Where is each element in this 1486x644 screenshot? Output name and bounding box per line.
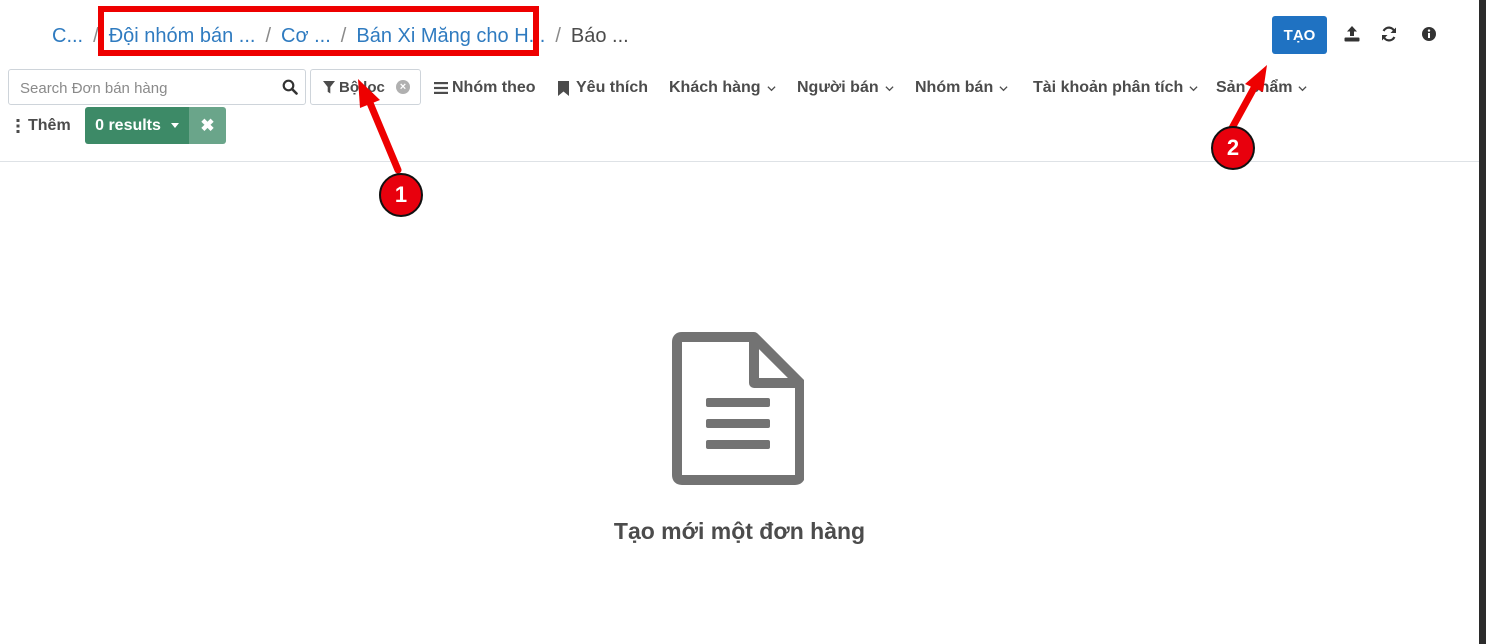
vertical-dots-icon	[16, 119, 20, 133]
favorites-button[interactable]: Yêu thích	[558, 78, 648, 98]
chevron-down-icon	[1298, 85, 1308, 91]
refresh-icon[interactable]	[1379, 24, 1399, 44]
results-label: 0 results	[95, 116, 161, 134]
favorites-label: Yêu thích	[576, 79, 649, 96]
filter-chip-label: Bộ lọc	[339, 78, 385, 96]
customer-filter-dropdown[interactable]: Khách hàng	[669, 78, 776, 98]
annotation-badge-1: 1	[379, 173, 423, 217]
breadcrumb-separator: /	[555, 24, 561, 47]
salesperson-filter-dropdown[interactable]: Người bán	[797, 78, 894, 98]
search-input[interactable]	[9, 70, 282, 106]
salesperson-filter-label: Người bán	[797, 79, 879, 96]
info-icon[interactable]	[1419, 24, 1439, 44]
create-button[interactable]: TẠO	[1272, 16, 1327, 54]
annotation-arrow-1	[366, 99, 402, 174]
sales-team-filter-dropdown[interactable]: Nhóm bán	[915, 78, 1008, 98]
search-icon[interactable]	[282, 79, 298, 95]
breadcrumb-item-1[interactable]: C...	[52, 25, 83, 48]
analytic-account-filter-dropdown[interactable]: Tài khoản phân tích	[1033, 78, 1198, 98]
filter-chip[interactable]: Bộ lọc ×	[310, 69, 421, 105]
results-dropdown-button[interactable]: 0 results	[85, 107, 189, 144]
chevron-down-icon	[885, 85, 894, 91]
window-edge	[1479, 0, 1486, 644]
upload-icon[interactable]	[1342, 24, 1362, 44]
list-icon	[434, 82, 448, 94]
breadcrumb-current: Báo ...	[570, 24, 629, 47]
group-by-button[interactable]: Nhóm theo	[434, 78, 536, 98]
caret-down-icon	[170, 123, 179, 128]
annotation-badge-2: 2	[1211, 126, 1255, 170]
sales-team-filter-label: Nhóm bán	[915, 79, 994, 96]
chevron-down-icon	[999, 85, 1008, 91]
clear-results-button[interactable]: ✖	[189, 107, 226, 144]
customer-filter-label: Khách hàng	[669, 79, 761, 96]
search-box	[8, 69, 306, 106]
analytic-account-filter-label: Tài khoản phân tích	[1033, 79, 1184, 96]
chevron-down-icon	[1189, 85, 1198, 91]
empty-state-message: Tạo mới một đơn hàng	[613, 518, 866, 544]
group-by-label: Nhóm theo	[452, 79, 536, 96]
close-icon: ✖	[200, 115, 215, 135]
header-divider	[0, 161, 1479, 162]
bookmark-icon	[558, 80, 569, 96]
more-button[interactable]: Thêm	[16, 116, 71, 136]
remove-filter-icon[interactable]: ×	[396, 80, 410, 94]
filter-icon	[323, 80, 335, 94]
document-icon	[672, 332, 805, 485]
more-label: Thêm	[28, 117, 71, 134]
product-filter-dropdown[interactable]: Sản phẩm	[1216, 78, 1308, 98]
chevron-down-icon	[766, 85, 776, 91]
annotation-highlight-box	[98, 6, 539, 56]
product-filter-label: Sản phẩm	[1216, 79, 1293, 96]
